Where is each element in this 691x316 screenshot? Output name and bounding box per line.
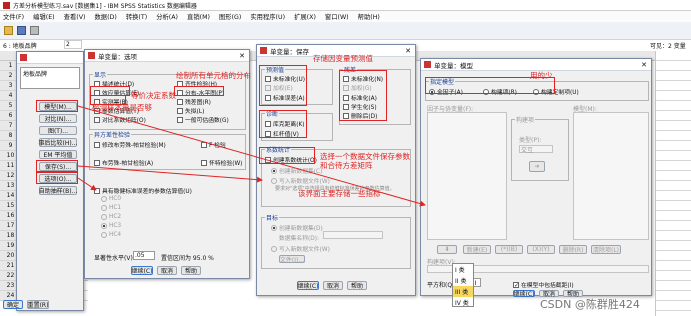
annotation-arrows: [77, 105, 426, 207]
arrow-save: [77, 165, 263, 183]
arrow-options: [77, 177, 97, 191]
watermark: CSDN @陈群胜424: [540, 298, 640, 311]
arrow-model: [77, 105, 426, 207]
